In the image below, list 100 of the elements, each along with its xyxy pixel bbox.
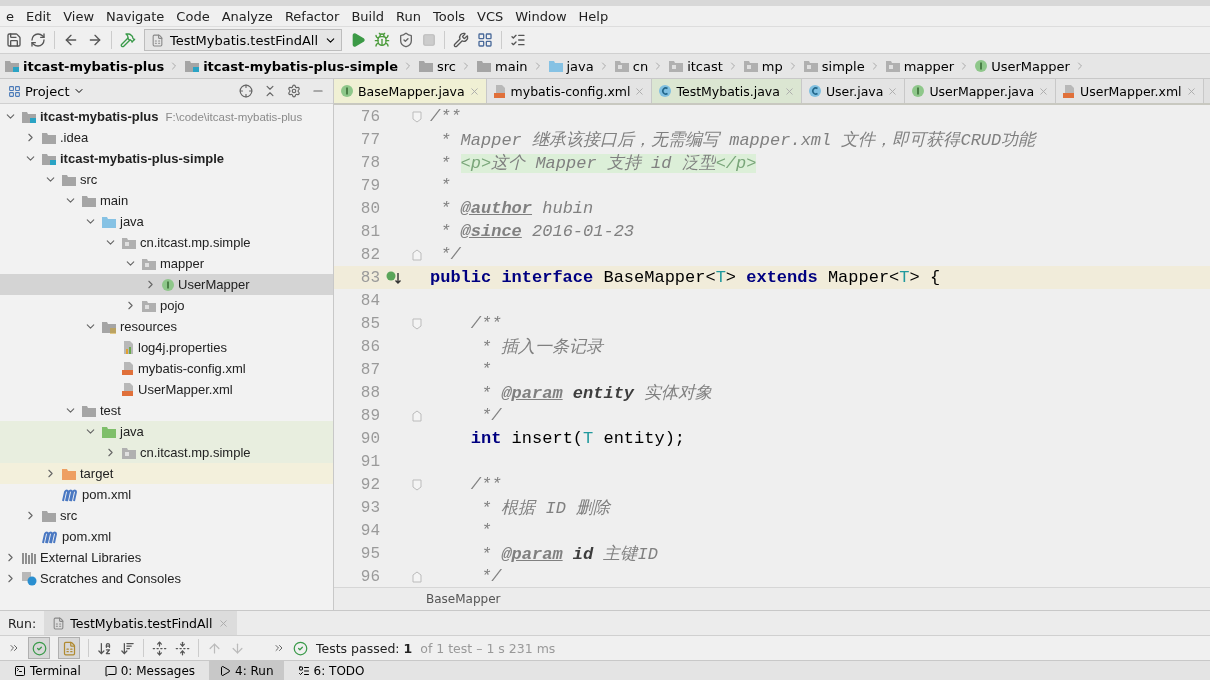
breadcrumb-item[interactable]: itcast-mybatis-plus bbox=[0, 54, 169, 78]
menu-item[interactable]: Code bbox=[170, 8, 216, 24]
breadcrumb-item[interactable]: java bbox=[543, 54, 598, 78]
editor-tab[interactable]: UserMapper.xml bbox=[1056, 79, 1204, 103]
tree-item[interactable]: main bbox=[0, 190, 333, 211]
tree-item[interactable]: UserMapper.xml bbox=[0, 379, 333, 400]
menu-item[interactable]: Analyze bbox=[215, 8, 279, 24]
tree-item[interactable]: mapper bbox=[0, 253, 333, 274]
project-structure-icon[interactable] bbox=[477, 32, 494, 48]
show-ignored-toggle[interactable] bbox=[58, 637, 80, 659]
tree-item[interactable]: cn.itcast.mp.simple bbox=[0, 232, 333, 253]
tool-window-tab[interactable]: 6: TODO bbox=[287, 661, 375, 680]
line-number: 88 bbox=[359, 383, 380, 402]
tree-item[interactable]: target bbox=[0, 463, 333, 484]
menu-item[interactable]: Edit bbox=[20, 8, 58, 24]
breadcrumb-item[interactable]: mp bbox=[738, 54, 787, 78]
sort-alpha-icon[interactable] bbox=[97, 640, 112, 656]
menu-item[interactable]: Navigate bbox=[100, 8, 171, 24]
project-view-dropdown[interactable]: Project bbox=[8, 83, 86, 99]
line-number: 91 bbox=[359, 452, 380, 471]
tree-label: itcast-mybatis-plus-simple bbox=[60, 151, 224, 166]
save-icon[interactable] bbox=[6, 32, 22, 48]
breadcrumb-item[interactable]: UserMapper bbox=[970, 54, 1074, 78]
menu-item[interactable]: Tools bbox=[427, 8, 472, 24]
breadcrumb-item[interactable]: main bbox=[472, 54, 532, 78]
tree-item[interactable]: cn.itcast.mp.simple bbox=[0, 442, 333, 463]
settings-icon[interactable] bbox=[453, 32, 470, 48]
tree-item[interactable]: itcast-mybatis-plus-simple bbox=[0, 148, 333, 169]
coverage-icon[interactable] bbox=[398, 32, 415, 48]
editor-tab[interactable]: mybatis-config.xml bbox=[486, 79, 653, 103]
tree-item[interactable]: itcast-mybatis-plus F:\code\itcast-mybatis-plus bbox=[0, 106, 333, 127]
test-summary: of 1 test – 1 s 231 ms bbox=[420, 640, 556, 656]
breadcrumb-item[interactable]: BaseMapper bbox=[426, 592, 501, 606]
forward-icon[interactable] bbox=[87, 32, 103, 48]
collapse-all-icon[interactable] bbox=[175, 640, 190, 656]
tree-item[interactable]: java bbox=[0, 211, 333, 232]
code-line: /** bbox=[469, 314, 502, 333]
line-number: 80 bbox=[359, 199, 380, 218]
breadcrumb-item[interactable]: cn bbox=[609, 54, 653, 78]
tree-item[interactable]: log4j.properties bbox=[0, 337, 333, 358]
editor-tab[interactable]: User.java bbox=[801, 79, 906, 103]
breadcrumb-item[interactable]: itcast bbox=[664, 54, 727, 78]
xml-file-icon bbox=[1062, 83, 1077, 99]
editor-tab[interactable]: UserMapper.java bbox=[905, 79, 1057, 103]
menu-item[interactable]: View bbox=[57, 8, 101, 24]
folder-icon bbox=[81, 403, 97, 418]
tree-label: pom.xml bbox=[82, 487, 132, 502]
tree-item[interactable]: External Libraries bbox=[0, 547, 333, 568]
tree-item[interactable]: pom.xml bbox=[0, 484, 333, 505]
line-number: 95 bbox=[359, 544, 380, 563]
sort-duration-icon[interactable] bbox=[120, 640, 135, 656]
tool-window-tab[interactable]: 0: Messages bbox=[94, 661, 206, 680]
tree-item[interactable]: src bbox=[0, 505, 333, 526]
run-tab[interactable]: TestMybatis.testFindAll bbox=[44, 611, 237, 635]
menu-item[interactable]: e bbox=[0, 8, 20, 24]
messages-icon bbox=[104, 664, 117, 677]
line-number: 96 bbox=[359, 567, 380, 586]
code-line: /** bbox=[429, 107, 461, 126]
more-icon[interactable] bbox=[8, 642, 20, 654]
hammer-icon[interactable] bbox=[120, 32, 136, 48]
show-passed-toggle[interactable] bbox=[28, 637, 50, 659]
tree-item[interactable]: Scratches and Consoles bbox=[0, 568, 333, 589]
run-icon[interactable] bbox=[350, 32, 367, 48]
menu-item[interactable]: Build bbox=[345, 8, 391, 24]
breadcrumb-item[interactable]: mapper bbox=[880, 54, 959, 78]
run-config-dropdown[interactable]: TestMybatis.testFindAll bbox=[144, 29, 343, 51]
tree-item[interactable]: mybatis-config.xml bbox=[0, 358, 333, 379]
menu-item[interactable]: Run bbox=[390, 8, 427, 24]
locate-icon[interactable] bbox=[239, 84, 253, 98]
tree-item[interactable]: src bbox=[0, 169, 333, 190]
breadcrumb-item[interactable]: itcast-mybatis-plus-simple bbox=[180, 54, 403, 78]
breadcrumb-item[interactable]: src bbox=[414, 54, 460, 78]
collapse-icon[interactable] bbox=[263, 84, 277, 98]
menu-item[interactable]: Help bbox=[572, 8, 615, 24]
tree-item[interactable]: .idea bbox=[0, 127, 333, 148]
implements-marker-icon[interactable] bbox=[386, 269, 402, 286]
tree-item[interactable]: resources bbox=[0, 316, 333, 337]
tool-window-tab[interactable]: Terminal bbox=[4, 661, 91, 680]
close-icon[interactable] bbox=[468, 85, 480, 97]
more-icon[interactable] bbox=[273, 642, 285, 654]
menu-item[interactable]: VCS bbox=[471, 8, 510, 24]
line-number: 84 bbox=[359, 291, 380, 310]
sync-icon[interactable] bbox=[30, 32, 46, 48]
editor-tab[interactable]: BaseMapper.java bbox=[334, 79, 487, 103]
back-icon[interactable] bbox=[63, 32, 79, 48]
tree-item[interactable]: pom.xml bbox=[0, 526, 333, 547]
settings-icon[interactable] bbox=[287, 84, 301, 98]
tree-label: itcast-mybatis-plus bbox=[40, 109, 159, 124]
tool-window-tab[interactable]: 4: Run bbox=[209, 661, 284, 680]
menu-item[interactable]: Refactor bbox=[278, 8, 346, 24]
expand-all-icon[interactable] bbox=[152, 640, 167, 656]
tree-item[interactable]: test bbox=[0, 400, 333, 421]
tree-item[interactable]: UserMapper bbox=[0, 274, 333, 295]
editor-tab[interactable]: TestMybatis.java bbox=[652, 79, 802, 103]
package-icon bbox=[121, 445, 137, 460]
breadcrumb-item[interactable]: simple bbox=[798, 54, 869, 78]
menu-item[interactable]: Window bbox=[509, 8, 573, 24]
tree-item[interactable]: java bbox=[0, 421, 333, 442]
debug-icon[interactable] bbox=[374, 32, 391, 48]
tree-item[interactable]: pojo bbox=[0, 295, 333, 316]
